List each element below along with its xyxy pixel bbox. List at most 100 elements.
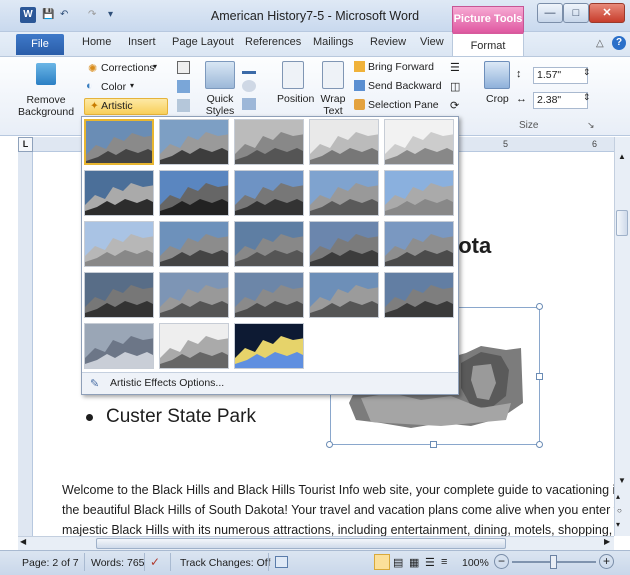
ruler-mark-6: 6: [592, 139, 598, 149]
color-button[interactable]: Color: [101, 81, 126, 93]
minimize-button[interactable]: —: [537, 3, 563, 23]
rotate-icon[interactable]: ⟳: [450, 99, 459, 112]
effect-thumb-texturizer[interactable]: [159, 272, 229, 318]
effect-thumb-none[interactable]: [84, 119, 154, 165]
effect-thumb-cement[interactable]: [84, 272, 154, 318]
zoom-out-icon[interactable]: −: [494, 554, 509, 569]
selection-pane-button[interactable]: Selection Pane: [368, 99, 439, 111]
size-dialog-launcher-icon[interactable]: ↘: [587, 120, 595, 131]
effect-thumb-glow-diffused[interactable]: [309, 170, 379, 216]
picture-border-icon[interactable]: [242, 62, 256, 74]
width-spinner-icon[interactable]: ⇕: [583, 92, 591, 103]
resize-handle-bottom-right[interactable]: [536, 441, 543, 448]
previous-page-icon[interactable]: ▴: [616, 492, 620, 501]
tab-format[interactable]: Format: [452, 32, 524, 57]
scroll-right-icon[interactable]: ▶: [604, 537, 610, 546]
picture-effects-icon[interactable]: [242, 80, 256, 92]
effect-thumb-cutout[interactable]: [84, 323, 154, 369]
draft-view-icon[interactable]: ≡: [441, 556, 447, 568]
scroll-down-icon[interactable]: ▼: [615, 476, 629, 490]
group-icon[interactable]: ◫: [450, 80, 460, 93]
effect-thumb-mosaic-bubbles[interactable]: [309, 221, 379, 267]
print-layout-view-icon[interactable]: [374, 554, 390, 570]
artistic-effects-options-button[interactable]: Artistic Effects Options...: [110, 377, 224, 389]
macro-record-icon[interactable]: [275, 556, 288, 568]
effect-thumb-plastic-wrap[interactable]: [384, 272, 454, 318]
effect-thumb-light-screen[interactable]: [84, 221, 154, 267]
color-dropdown-icon[interactable]: ▾: [130, 81, 134, 90]
outline-view-icon[interactable]: ☰: [425, 556, 435, 569]
effect-thumb-pastels-smooth[interactable]: [309, 272, 379, 318]
zoom-level[interactable]: 100%: [462, 557, 489, 569]
resize-handle-right[interactable]: [536, 373, 543, 380]
send-backward-button[interactable]: Send Backward: [368, 80, 442, 92]
resize-handle-top-right[interactable]: [536, 303, 543, 310]
corrections-button[interactable]: Corrections: [101, 62, 155, 74]
effect-thumb-pencil-sketch[interactable]: [309, 119, 379, 165]
effect-thumb-blur[interactable]: [384, 170, 454, 216]
effect-thumb-pencil-grayscale[interactable]: [234, 119, 304, 165]
tab-view[interactable]: View: [420, 36, 444, 48]
select-browse-object-icon[interactable]: ○: [617, 506, 622, 515]
vertical-scroll-thumb[interactable]: [616, 210, 628, 236]
reset-picture-icon[interactable]: [177, 99, 190, 112]
corrections-dropdown-icon[interactable]: ▾: [153, 62, 157, 71]
quick-styles-button[interactable]: Quick Styles: [200, 93, 240, 117]
proofing-icon[interactable]: ✓: [150, 555, 160, 569]
mount-rushmore-thumbnail: [85, 171, 153, 215]
effect-thumb-photocopy[interactable]: [159, 323, 229, 369]
maximize-button[interactable]: □: [563, 3, 589, 23]
tab-mailings[interactable]: Mailings: [313, 36, 353, 48]
crop-button[interactable]: Crop: [486, 93, 509, 105]
effect-thumb-paint-brush[interactable]: [234, 170, 304, 216]
effect-thumb-chalk-sketch[interactable]: [84, 170, 154, 216]
scroll-left-icon[interactable]: ◀: [20, 537, 26, 546]
mount-rushmore-thumbnail: [160, 120, 228, 164]
next-page-icon[interactable]: ▾: [616, 520, 620, 529]
paragraph-line: Welcome to the Black Hills and Black Hil…: [62, 483, 614, 497]
effect-thumb-paint-strokes[interactable]: [159, 170, 229, 216]
effect-thumb-watercolor-sponge[interactable]: [159, 221, 229, 267]
effect-thumb-crisscross-etching[interactable]: [234, 272, 304, 318]
change-picture-icon[interactable]: [177, 80, 190, 93]
align-icon[interactable]: ☰: [450, 61, 460, 74]
width-input[interactable]: 2.38": [533, 92, 588, 109]
remove-background-button[interactable]: Remove Background: [18, 94, 74, 118]
track-changes-status[interactable]: Track Changes: Off: [180, 557, 270, 569]
close-button[interactable]: ✕: [589, 3, 625, 23]
artistic-effects-button[interactable]: ✦ Artistic Effects ▾: [84, 98, 168, 127]
effect-thumb-glass[interactable]: [384, 221, 454, 267]
page-count[interactable]: Page: 2 of 7: [22, 557, 79, 569]
bring-forward-button[interactable]: Bring Forward: [368, 61, 434, 73]
horizontal-scroll-thumb[interactable]: [96, 538, 506, 549]
zoom-slider-thumb[interactable]: [550, 555, 557, 569]
corrections-icon: ✺: [88, 63, 98, 75]
picture-layout-icon[interactable]: [242, 98, 256, 110]
web-layout-view-icon[interactable]: ▦: [409, 556, 419, 569]
tab-review[interactable]: Review: [370, 36, 406, 48]
height-input[interactable]: 1.57": [533, 67, 588, 84]
resize-handle-bottom-left[interactable]: [326, 441, 333, 448]
bullet-text: Custer State Park: [106, 406, 256, 427]
effect-thumb-glow-edges[interactable]: [234, 323, 304, 369]
tab-file[interactable]: File: [16, 34, 64, 55]
zoom-in-icon[interactable]: +: [599, 554, 614, 569]
scroll-up-icon[interactable]: ▲: [615, 152, 629, 166]
full-screen-reading-view-icon[interactable]: ▤: [393, 556, 403, 569]
tab-selector[interactable]: L: [18, 137, 33, 152]
tab-insert[interactable]: Insert: [128, 36, 156, 48]
compress-pictures-icon[interactable]: [177, 61, 190, 74]
position-button[interactable]: Position: [277, 93, 314, 105]
effect-thumb-line-drawing[interactable]: [384, 119, 454, 165]
tab-home[interactable]: Home: [82, 36, 111, 48]
word-count[interactable]: Words: 765: [91, 557, 145, 569]
tab-references[interactable]: References: [245, 36, 301, 48]
height-spinner-icon[interactable]: ⇕: [583, 67, 591, 78]
wrap-text-button[interactable]: Wrap Text: [317, 93, 349, 117]
effect-thumb-film-grain[interactable]: [234, 221, 304, 267]
tab-page-layout[interactable]: Page Layout: [172, 36, 234, 48]
help-icon[interactable]: ?: [612, 36, 626, 50]
collapse-ribbon-icon[interactable]: △: [596, 38, 604, 49]
resize-handle-bottom[interactable]: [430, 441, 437, 448]
effect-thumb-marker[interactable]: [159, 119, 229, 165]
